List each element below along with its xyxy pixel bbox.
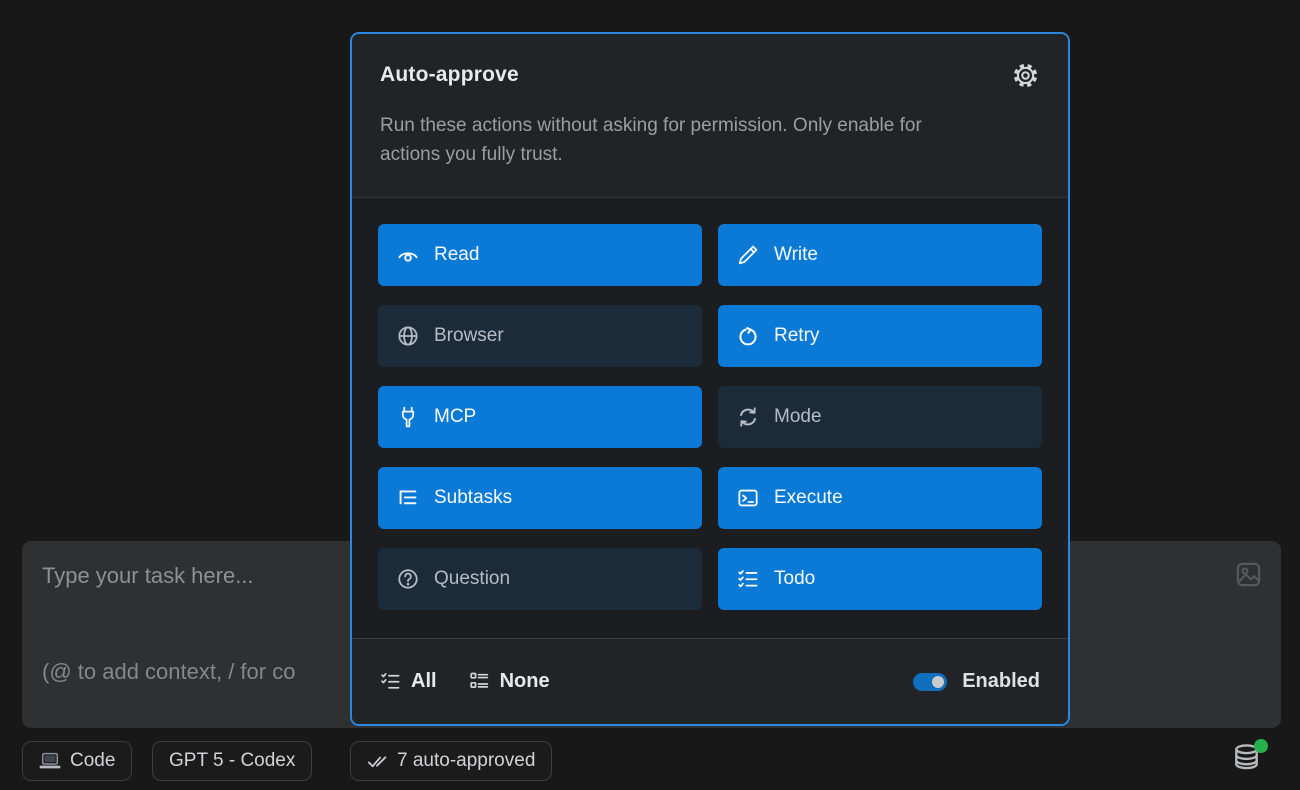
- action-label: Write: [774, 244, 818, 266]
- auto-approved-summary-button[interactable]: 7 auto-approved: [350, 741, 552, 781]
- auto-approve-modal: Auto-approve Run these actions without a…: [350, 32, 1070, 726]
- action-label: MCP: [434, 406, 476, 428]
- select-none-label: None: [500, 670, 550, 693]
- select-none-button[interactable]: None: [469, 670, 550, 693]
- checklist-all-icon: [380, 671, 401, 692]
- action-toggle-question[interactable]: Question: [378, 548, 702, 610]
- action-toggle-read[interactable]: Read: [378, 224, 702, 286]
- task-input-placeholder: Type your task here...: [42, 563, 254, 589]
- action-label: Retry: [774, 325, 819, 347]
- settings-button[interactable]: [1011, 61, 1040, 90]
- action-toggle-subtasks[interactable]: Subtasks: [378, 467, 702, 529]
- action-label: Browser: [434, 325, 504, 347]
- question-icon: [397, 568, 419, 590]
- gear-icon: [1011, 61, 1040, 90]
- action-toggle-mode[interactable]: Mode: [718, 386, 1042, 448]
- auto-approved-chip-label: 7 auto-approved: [397, 750, 535, 772]
- modal-header: Auto-approve Run these actions without a…: [352, 34, 1068, 198]
- modal-footer: All None Enabled: [352, 638, 1068, 724]
- check-all-icon: [367, 751, 388, 772]
- enabled-toggle[interactable]: [913, 673, 947, 691]
- mode-chip-label: Code: [70, 750, 115, 772]
- terminal-icon: [737, 487, 759, 509]
- laptop-icon: [39, 750, 61, 772]
- action-label: Subtasks: [434, 487, 512, 509]
- action-label: Read: [434, 244, 479, 266]
- action-label: Question: [434, 568, 510, 590]
- action-toggle-browser[interactable]: Browser: [378, 305, 702, 367]
- model-chip-label: GPT 5 - Codex: [169, 750, 295, 772]
- memory-bank-button[interactable]: [1230, 742, 1270, 782]
- toggle-knob: [932, 676, 944, 688]
- modal-description: Run these actions without asking for per…: [380, 111, 965, 169]
- action-toggle-write[interactable]: Write: [718, 224, 1042, 286]
- action-toggle-mcp[interactable]: MCP: [378, 386, 702, 448]
- select-all-button[interactable]: All: [380, 670, 437, 693]
- refresh-icon: [737, 325, 759, 347]
- attach-image-button[interactable]: [1235, 561, 1262, 588]
- pencil-icon: [737, 244, 759, 266]
- image-icon: [1235, 561, 1262, 588]
- plug-icon: [397, 406, 419, 428]
- action-toggle-todo[interactable]: Todo: [718, 548, 1042, 610]
- context-hint-text: (@ to add context, / for co: [42, 659, 295, 685]
- status-dot: [1254, 739, 1268, 753]
- action-toggle-execute[interactable]: Execute: [718, 467, 1042, 529]
- sync-icon: [737, 406, 759, 428]
- model-selector-button[interactable]: GPT 5 - Codex: [152, 741, 312, 781]
- modal-title: Auto-approve: [380, 63, 519, 87]
- eye-icon: [397, 244, 419, 266]
- enabled-toggle-label: Enabled: [962, 670, 1040, 693]
- list-tree-icon: [397, 487, 419, 509]
- list-selection-icon: [469, 671, 490, 692]
- action-label: Todo: [774, 568, 815, 590]
- select-all-label: All: [411, 670, 437, 693]
- action-toggle-retry[interactable]: Retry: [718, 305, 1042, 367]
- checklist-icon: [737, 568, 759, 590]
- mode-selector-button[interactable]: Code: [22, 741, 132, 781]
- action-label: Mode: [774, 406, 822, 428]
- action-label: Execute: [774, 487, 843, 509]
- auto-approve-grid: Read Write Browser Retry: [352, 198, 1068, 638]
- globe-icon: [397, 325, 419, 347]
